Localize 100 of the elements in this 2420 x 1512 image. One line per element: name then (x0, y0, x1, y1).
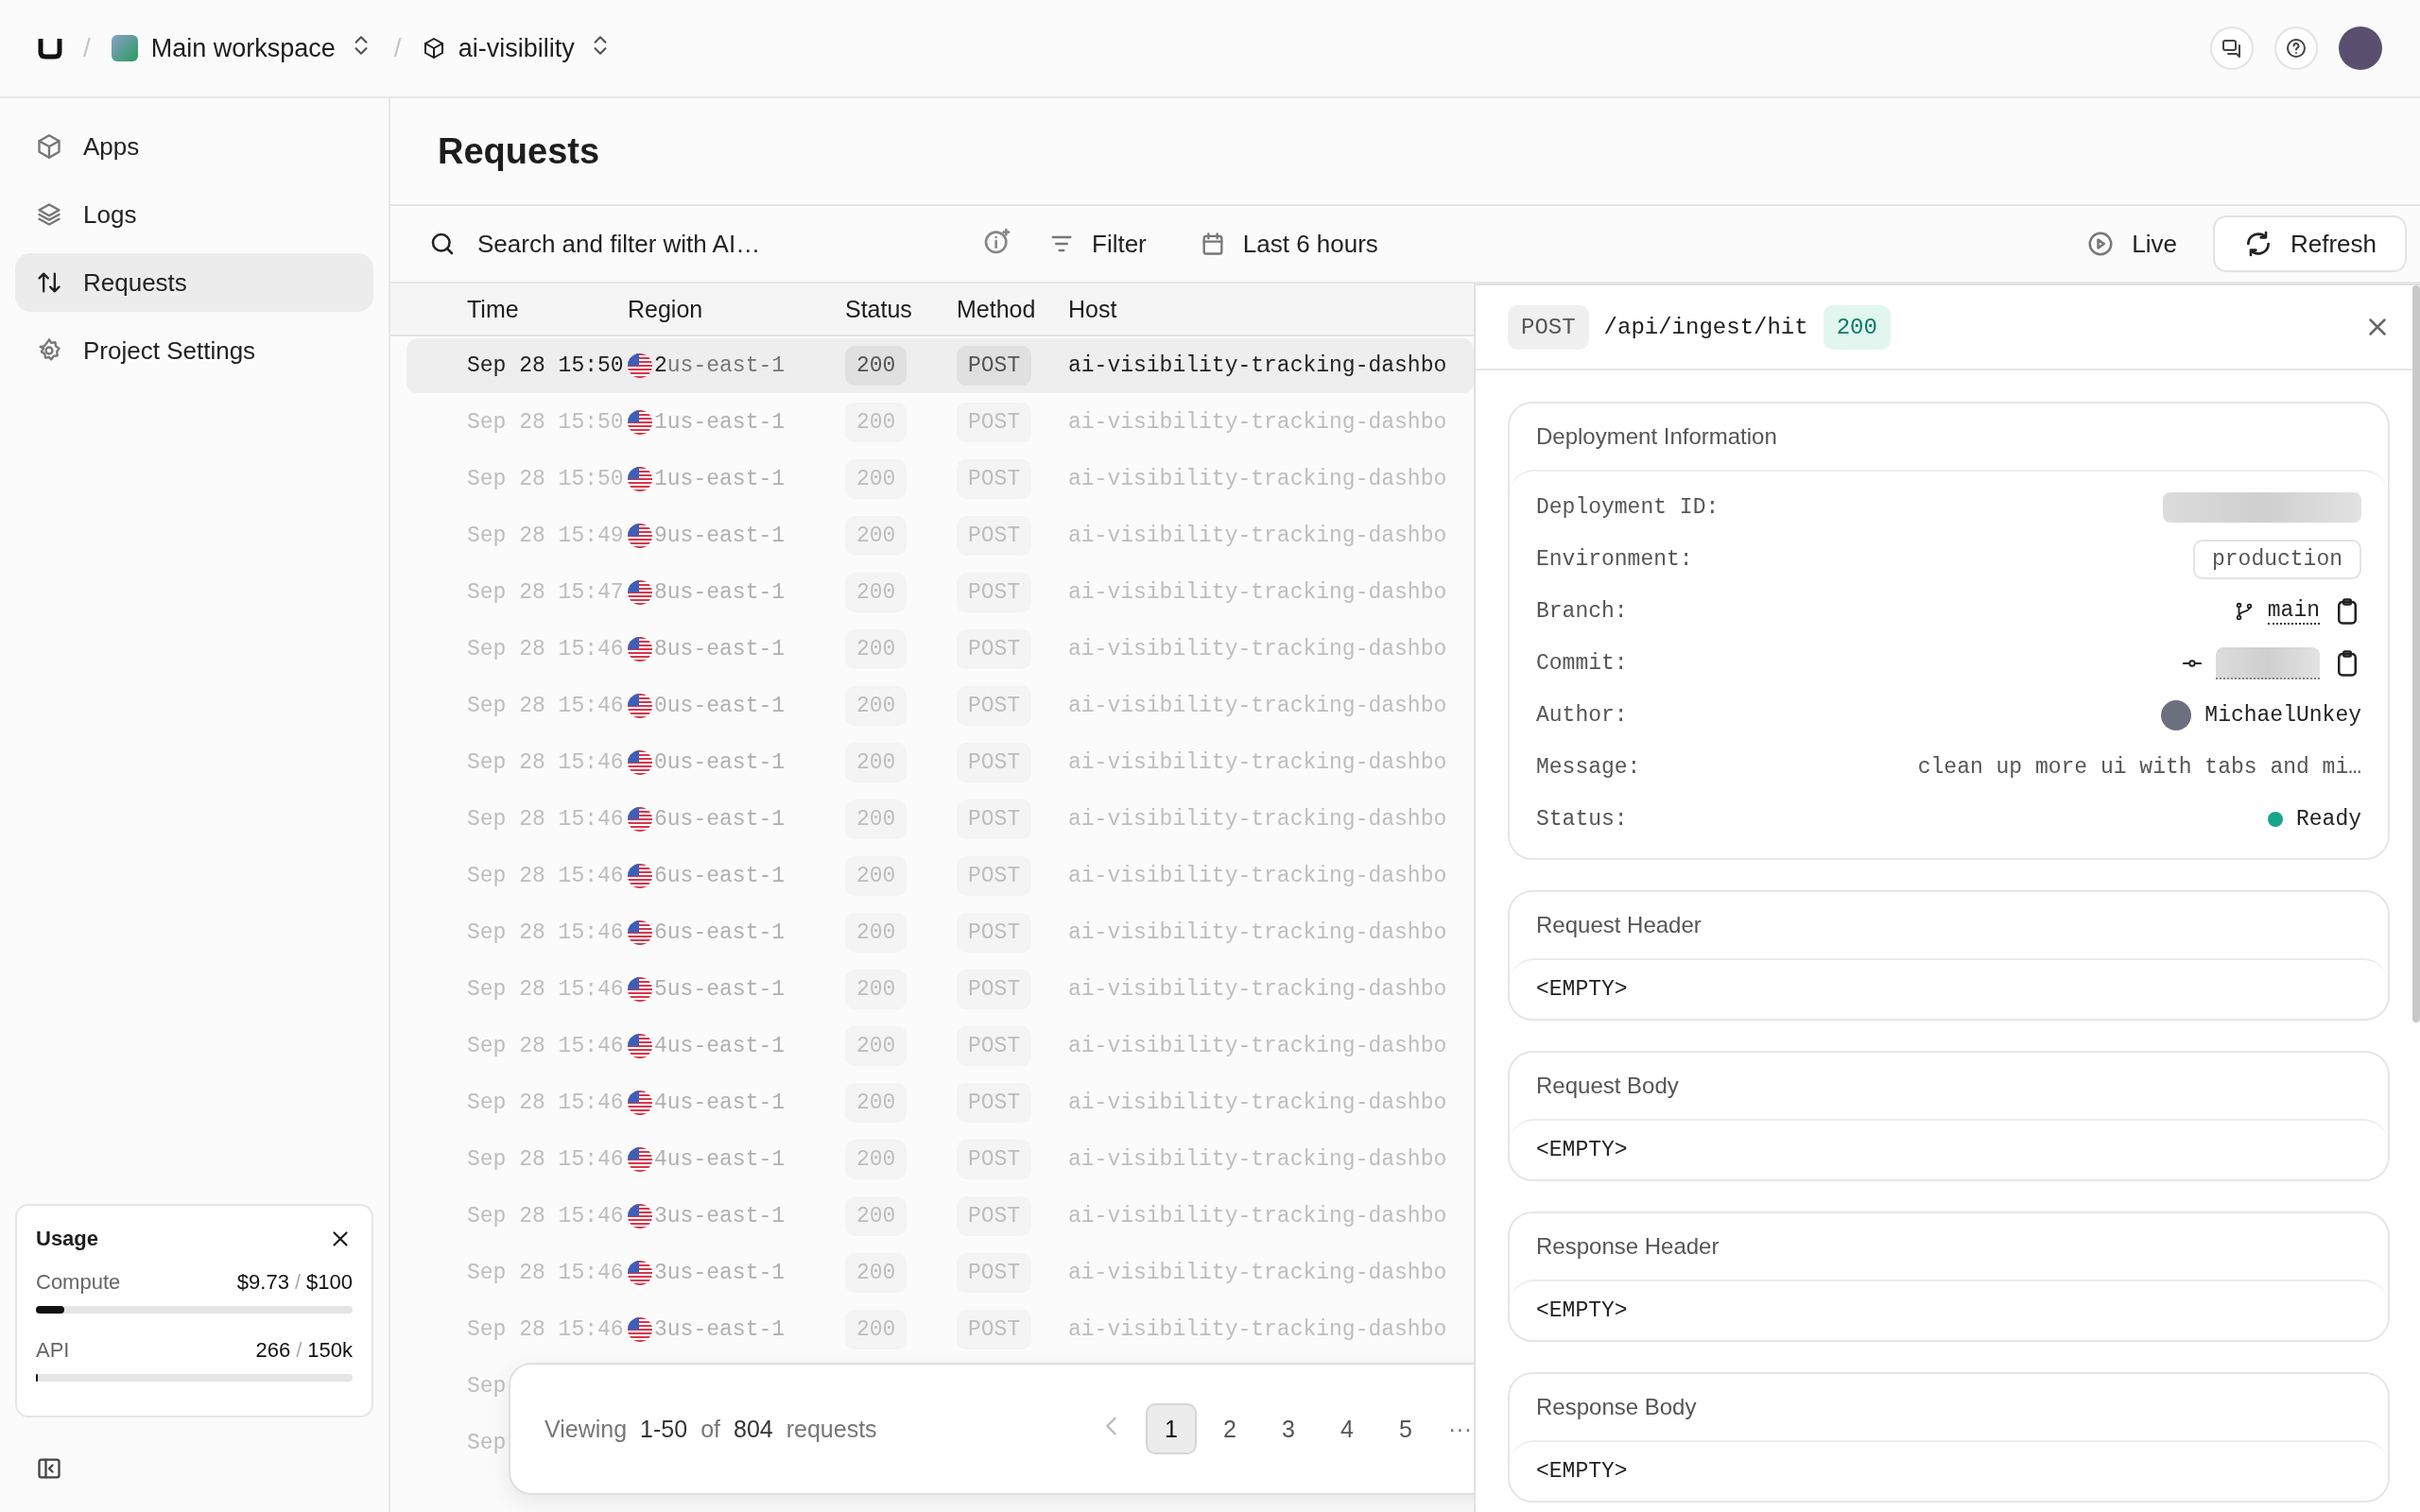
us-flag-icon (628, 1204, 652, 1228)
time-cell: 0 (654, 750, 667, 775)
help-icon (2285, 37, 2308, 60)
meter-separator: / (296, 1338, 302, 1363)
column-header[interactable]: Host (1068, 295, 1474, 323)
time-cell: 6 (654, 920, 667, 945)
column-header[interactable]: Time (467, 295, 628, 323)
host-cell-text: ai-visibility-tracking-dashbo (1068, 920, 1448, 945)
meter-limit: 150k (307, 1338, 353, 1363)
host-cell-text: ai-visibility-tracking-dashbo (1068, 410, 1448, 435)
us-flag-icon (628, 580, 652, 605)
page-button[interactable]: 5 (1380, 1403, 1431, 1454)
us-flag-icon (628, 977, 652, 1002)
meter-label: API (36, 1338, 70, 1363)
region-cell: us-east-1 (666, 410, 786, 435)
host-cell-text: ai-visibility-tracking-dashbo (1068, 637, 1448, 662)
time-cell-text: Sep 28 15:46 (467, 1034, 625, 1058)
host-cell-text: ai-visibility-tracking-dashbo (1068, 694, 1448, 718)
meter-separator: / (294, 1270, 302, 1295)
status-badge: 200 (1823, 304, 1891, 350)
region-cell: us-east-1 (666, 1034, 786, 1058)
us-flag-icon (628, 807, 652, 832)
sidebar-item[interactable]: Requests (15, 253, 373, 312)
more-pages[interactable]: ··· (1448, 1415, 1472, 1443)
time-range-button[interactable]: Last 6 hours (1182, 215, 1395, 272)
field-label: Author: (1536, 702, 1628, 728)
request-row[interactable]: Sep 28 15:50 2us-east-1 200 POST ai-visibility-tracking-dashbo (406, 338, 1474, 393)
host-cell-text: ai-visibility-tracking-dashbo (1068, 750, 1448, 775)
cube-icon (36, 133, 62, 160)
time-cell-text: Sep 28 15:46 (467, 807, 625, 832)
of-label: of (700, 1415, 720, 1443)
time-cell: 3 (654, 1261, 667, 1285)
us-flag-icon (628, 1261, 652, 1285)
host-cell-text: ai-visibility-tracking-dashbo (1068, 807, 1448, 832)
time-cell: Sep (467, 1431, 507, 1455)
us-flag-icon (628, 920, 652, 945)
sidebar-item[interactable]: Apps (15, 117, 373, 176)
time-cell-text: Sep 28 15:47 (467, 580, 625, 605)
method-badge: POST (957, 346, 1032, 386)
feedback-button[interactable] (2210, 26, 2254, 70)
region-cell: us-east-1 (666, 977, 786, 1002)
region-cell: us-east-1 (666, 750, 786, 775)
section-body: <EMPTY> (1535, 1458, 1629, 1486)
region-cell: us-east-1 (666, 920, 786, 945)
time-cell: 1 (654, 467, 667, 491)
workspace-switcher[interactable]: Main workspace (150, 33, 336, 63)
branch-link[interactable]: main (2267, 597, 2320, 625)
breadcrumb-separator: / (393, 33, 402, 63)
search-field[interactable]: Search and filter with AI… (475, 228, 914, 260)
time-cell-text: Sep 28 15:50 (467, 467, 625, 491)
unit-label: requests (786, 1415, 877, 1443)
card-title: Request Body (1536, 1073, 1679, 1099)
field-label: Deployment ID: (1536, 494, 1720, 520)
time-cell: 6 (654, 864, 667, 888)
page-button[interactable]: 4 (1322, 1403, 1373, 1454)
column-header[interactable]: Status (845, 295, 957, 323)
time-cell-text: Sep 28 15:46 (467, 920, 625, 945)
time-cell-text: Sep 28 15:46 (467, 864, 625, 888)
page-button[interactable]: 3 (1263, 1403, 1314, 1454)
host-cell-text: ai-visibility-tracking-dashbo (1068, 353, 1448, 378)
section-body: <EMPTY> (1535, 976, 1629, 1004)
help-button[interactable] (2274, 26, 2318, 70)
commit-message: clean up more ui with tabs and mi… (1917, 754, 2361, 780)
status-text: Ready (2296, 806, 2361, 832)
time-cell-text: Sep 28 15:49 (467, 524, 625, 548)
host-cell-text: ai-visibility-tracking-dashbo (1068, 1317, 1448, 1342)
time-cell: 4 (654, 1034, 667, 1058)
project-switcher[interactable]: ai-visibility (458, 33, 575, 63)
method-badge: POST (1508, 304, 1589, 350)
live-button[interactable]: Live (2069, 215, 2194, 272)
page-button[interactable]: 1 (1146, 1403, 1197, 1454)
refresh-button[interactable]: Refresh (2212, 215, 2407, 272)
time-cell: 6 (654, 807, 667, 832)
field-label: Status: (1536, 806, 1628, 832)
region-cell: us-east-1 (666, 524, 786, 548)
filter-button[interactable]: Filter (1031, 215, 1164, 272)
host-cell-text: ai-visibility-tracking-dashbo (1068, 1147, 1448, 1172)
time-cell: 3 (654, 1204, 667, 1228)
logo-icon[interactable] (38, 37, 62, 60)
time-cell: 5 (654, 977, 667, 1002)
scrollbar[interactable] (2412, 285, 2420, 1022)
layers-icon (36, 201, 62, 228)
region-cell: us-east-1 (666, 694, 786, 718)
sidebar-item[interactable]: Project Settings (15, 321, 373, 380)
user-avatar[interactable] (2339, 26, 2382, 70)
meter-label: Compute (36, 1270, 121, 1295)
page-button[interactable]: 2 (1204, 1403, 1255, 1454)
us-flag-icon (628, 410, 652, 435)
column-header[interactable]: Method (957, 295, 1068, 323)
meter-used: 266 (255, 1338, 291, 1363)
host-cell-text: ai-visibility-tracking-dashbo (1068, 977, 1448, 1002)
time-cell: 8 (654, 580, 667, 605)
region-cell: us-east-1 (666, 1317, 786, 1342)
host-cell-text: ai-visibility-tracking-dashbo (1068, 1204, 1448, 1228)
region-cell: us-east-1 (666, 1261, 786, 1285)
us-flag-icon (628, 467, 652, 491)
time-cell-text: Sep 28 15:46 (467, 977, 625, 1002)
section-body: <EMPTY> (1535, 1137, 1629, 1164)
column-header[interactable]: Region (628, 295, 845, 323)
sidebar-item[interactable]: Logs (15, 185, 373, 244)
